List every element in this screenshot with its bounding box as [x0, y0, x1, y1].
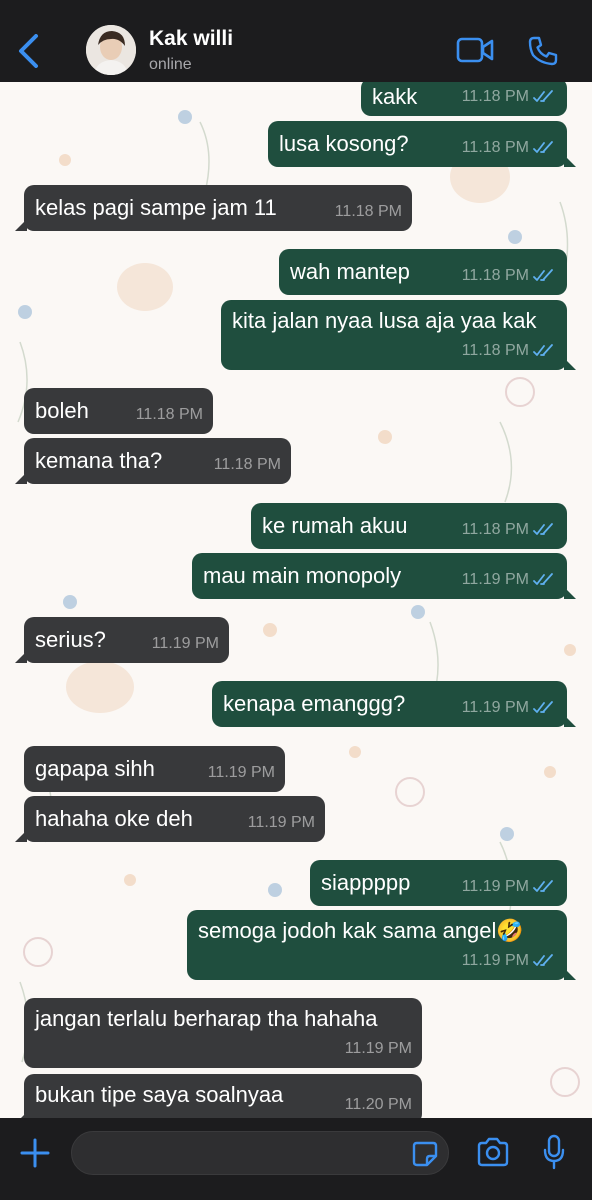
outgoing-message-bubble[interactable]: wah mantep 11.18 PM [279, 249, 567, 295]
message-timestamp: 11.20 PM [344, 1096, 412, 1113]
contact-status: online [149, 56, 192, 73]
message-timestamp: 11.18 PM [334, 203, 402, 220]
message-text: boleh [35, 398, 89, 423]
message-timestamp: 11.18 PM [461, 88, 529, 105]
message-text: kakk [372, 84, 418, 109]
outgoing-message-bubble[interactable]: kita jalan nyaa lusa aja yaa kak 11.18 PM [221, 300, 576, 370]
message-text: siappppp [321, 870, 411, 895]
message-timestamp: 11.18 PM [461, 342, 529, 359]
bubble-tail [564, 358, 576, 370]
message-timestamp: 11.19 PM [461, 952, 529, 969]
message-text: hahaha oke deh [35, 806, 193, 831]
message-text: bukan tipe saya soalnyaa [35, 1082, 284, 1107]
bubble-tail [564, 968, 576, 980]
message-text: kelas pagi sampe jam 11 [35, 195, 277, 220]
outgoing-message-bubble[interactable]: ke rumah akuu 11.18 PM [251, 503, 567, 549]
message-text: ke rumah akuu [262, 513, 408, 538]
read-receipt-icon [533, 269, 553, 281]
read-receipt-icon [533, 344, 553, 356]
chat-header: Kak willi online [0, 0, 592, 82]
outgoing-message-bubble[interactable]: lusa kosong? 11.18 PM [268, 121, 576, 167]
incoming-message-bubble[interactable]: kelas pagi sampe jam 11 11.18 PM [15, 185, 412, 231]
avatar[interactable] [86, 25, 136, 75]
bubble-tail [564, 587, 576, 599]
read-receipt-icon [533, 954, 553, 966]
read-receipt-icon [533, 573, 553, 585]
message-timestamp: 11.18 PM [461, 139, 529, 156]
incoming-message-bubble[interactable]: serius? 11.19 PM [15, 617, 229, 663]
bubble-tail [564, 715, 576, 727]
incoming-message-bubble[interactable]: kemana tha? 11.18 PM [15, 438, 291, 484]
chat-area[interactable]: kakk 11.18 PM lusa kosong? 11.18 PM kelas pa… [0, 82, 592, 1118]
message-text: kita jalan nyaa lusa aja yaa kak [232, 308, 537, 333]
bubble-tail [15, 830, 27, 842]
incoming-message-bubble[interactable]: boleh 11.18 PM [24, 388, 213, 434]
phone-call-icon[interactable] [527, 35, 559, 67]
message-timestamp: 11.19 PM [247, 814, 315, 831]
outgoing-message-bubble[interactable]: kakk 11.18 PM [361, 82, 567, 116]
message-timestamp: 11.18 PM [461, 267, 529, 284]
message-text: lusa kosong? [279, 131, 409, 156]
sticker-icon[interactable] [412, 1141, 438, 1167]
message-text: mau main monopoly [203, 563, 402, 588]
message-timestamp: 11.18 PM [135, 406, 203, 423]
incoming-message-bubble[interactable]: gapapa sihh 11.19 PM [24, 746, 285, 792]
incoming-message-bubble[interactable]: bukan tipe saya soalnyaa 11.20 PM [15, 1074, 422, 1118]
contact-name[interactable]: Kak willi [149, 27, 233, 51]
bubble-tail [15, 472, 27, 484]
message-timestamp: 11.19 PM [207, 764, 275, 781]
message-timestamp: 11.19 PM [344, 1040, 412, 1057]
message-timestamp: 11.19 PM [461, 571, 529, 588]
microphone-icon[interactable] [542, 1134, 566, 1170]
message-input[interactable] [71, 1131, 449, 1175]
video-call-icon[interactable] [456, 37, 494, 63]
camera-icon[interactable] [476, 1137, 510, 1167]
message-text: kemana tha? [35, 448, 163, 473]
back-chevron-icon[interactable] [14, 34, 44, 68]
plus-icon[interactable] [20, 1138, 50, 1168]
message-text: jangan terlalu berharap tha hahaha [35, 1006, 378, 1031]
outgoing-message-bubble[interactable]: mau main monopoly 11.19 PM [192, 553, 576, 599]
read-receipt-icon [533, 880, 553, 892]
message-timestamp: 11.19 PM [461, 878, 529, 895]
message-text: semoga jodoh kak sama angel🤣 [198, 918, 524, 943]
outgoing-message-bubble[interactable]: kenapa emanggg? 11.19 PM [212, 681, 576, 727]
message-text: wah mantep [290, 259, 410, 284]
read-receipt-icon [533, 523, 553, 535]
message-timestamp: 11.19 PM [151, 635, 219, 652]
read-receipt-icon [533, 701, 553, 713]
bubble-tail [564, 155, 576, 167]
bubble-tail [15, 651, 27, 663]
read-receipt-icon [533, 141, 553, 153]
incoming-message-bubble[interactable]: jangan terlalu berharap tha hahaha 11.19 … [24, 998, 422, 1068]
message-text: serius? [35, 627, 106, 652]
message-timestamp: 11.19 PM [461, 699, 529, 716]
read-receipt-icon [533, 90, 553, 102]
message-text: kenapa emanggg? [223, 691, 406, 716]
message-text: gapapa sihh [35, 756, 155, 781]
bubble-tail [15, 219, 27, 231]
outgoing-message-bubble[interactable]: semoga jodoh kak sama angel🤣 11.19 PM [187, 910, 576, 980]
outgoing-message-bubble[interactable]: siappppp 11.19 PM [310, 860, 567, 906]
message-timestamp: 11.18 PM [461, 521, 529, 538]
incoming-message-bubble[interactable]: hahaha oke deh 11.19 PM [15, 796, 325, 842]
message-timestamp: 11.18 PM [213, 456, 281, 473]
composer-bar [0, 1118, 592, 1200]
